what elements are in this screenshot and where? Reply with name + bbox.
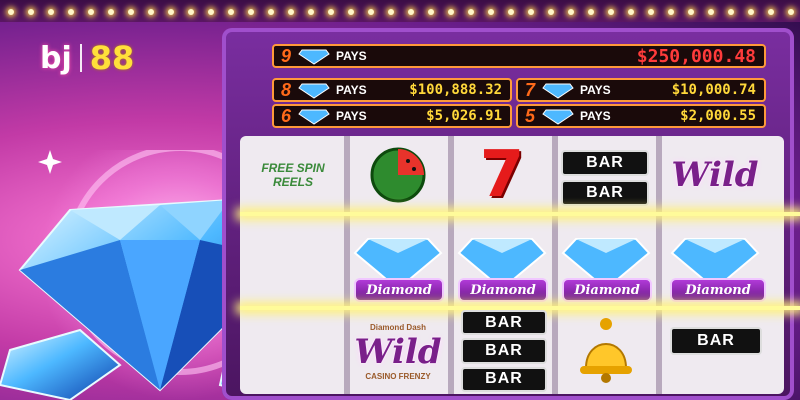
light-bulb xyxy=(128,9,134,15)
pay-amount: $10,000.74 xyxy=(671,82,756,98)
light-bulb xyxy=(688,9,694,15)
light-bulb xyxy=(368,9,374,15)
bar-icon: BAR xyxy=(670,327,762,355)
brand-logo: bj 88 xyxy=(40,39,135,77)
light-bulb xyxy=(428,9,434,15)
watermelon-icon xyxy=(350,140,446,210)
pay-label: PAYS xyxy=(336,49,367,63)
light-bulb xyxy=(148,9,154,15)
light-bulb xyxy=(788,9,794,15)
wild-text: Wild xyxy=(354,332,442,372)
light-bulb xyxy=(288,9,294,15)
light-bulb xyxy=(728,9,734,15)
light-bulb xyxy=(648,9,654,15)
wild-top-caption: Diamond Dash xyxy=(369,323,426,332)
pay-count: 5 xyxy=(524,105,535,126)
pay-label: PAYS xyxy=(580,109,611,123)
paytable-row: 6 PAYS $5,026.91 xyxy=(272,104,512,128)
pay-label: PAYS xyxy=(580,83,611,97)
logo-divider xyxy=(79,44,82,72)
light-bulb xyxy=(448,9,454,15)
brand-88: 88 xyxy=(89,39,135,77)
light-bulb xyxy=(208,9,214,15)
bar-icon: BAR xyxy=(461,310,547,336)
single-bar-symbol: BAR xyxy=(670,326,762,356)
double-bar-symbol: BAR BAR xyxy=(560,150,650,206)
pay-count: 6 xyxy=(280,105,291,126)
diamond-icon xyxy=(298,47,330,65)
bar-icon: BAR xyxy=(561,180,649,206)
light-bulb xyxy=(168,9,174,15)
marquee-lights xyxy=(0,0,800,22)
diamond-ribbon: Diamond xyxy=(458,278,548,302)
diamond-icon xyxy=(542,81,574,99)
free-spins-symbol: FREE SPIN REELS xyxy=(244,140,342,210)
light-bulb xyxy=(608,9,614,15)
wild-icon: Wild xyxy=(662,140,768,210)
light-bulb xyxy=(108,9,114,15)
light-bulb xyxy=(308,9,314,15)
pay-amount: $2,000.55 xyxy=(680,108,756,124)
paytable-top-row: 9 PAYS $250,000.48 xyxy=(272,44,766,68)
diamond-icon xyxy=(542,107,574,125)
light-bulb xyxy=(348,9,354,15)
bell-icon xyxy=(560,310,652,392)
wild-bottom-caption: CASINO FRENZY xyxy=(365,372,431,381)
pay-count: 8 xyxy=(280,79,291,100)
bar-icon: BAR xyxy=(461,338,547,364)
paytable-row: 5 PAYS $2,000.55 xyxy=(516,104,766,128)
light-bulb xyxy=(228,9,234,15)
light-bulb xyxy=(468,9,474,15)
bar-icon: BAR xyxy=(561,150,649,176)
light-bulb xyxy=(268,9,274,15)
light-bulb xyxy=(668,9,674,15)
wild-icon: Diamond Dash Wild CASINO FRENZY xyxy=(350,312,446,392)
diamond-ribbon: Diamond xyxy=(562,278,652,302)
light-bulb xyxy=(568,9,574,15)
light-bulb xyxy=(408,9,414,15)
free-spins-text: FREE SPIN REELS xyxy=(261,161,325,189)
light-bulb xyxy=(748,9,754,15)
light-bulb xyxy=(188,9,194,15)
pay-label: PAYS xyxy=(336,109,367,123)
light-bulb xyxy=(708,9,714,15)
light-bulb xyxy=(8,9,14,15)
diamond-ribbon: Diamond xyxy=(354,278,444,302)
light-bulb xyxy=(88,9,94,15)
light-bulb xyxy=(248,9,254,15)
pay-label: PAYS xyxy=(336,83,367,97)
pay-count: 9 xyxy=(280,45,291,66)
bar-icon: BAR xyxy=(461,366,547,392)
light-bulb xyxy=(508,9,514,15)
diamond-ribbon: Diamond xyxy=(670,278,766,302)
light-bulb xyxy=(48,9,54,15)
light-bulb xyxy=(68,9,74,15)
light-bulb xyxy=(488,9,494,15)
light-bulb xyxy=(628,9,634,15)
light-bulb xyxy=(28,9,34,15)
light-bulb xyxy=(548,9,554,15)
light-bulb xyxy=(388,9,394,15)
pay-amount: $250,000.48 xyxy=(636,45,756,67)
wild-text: Wild xyxy=(671,155,759,195)
paytable-row: 7 PAYS $10,000.74 xyxy=(516,78,766,102)
seven-icon: 7 xyxy=(479,138,525,212)
pay-amount: $5,026.91 xyxy=(426,108,502,124)
light-bulb xyxy=(528,9,534,15)
light-bulb xyxy=(768,9,774,15)
diamond-icon xyxy=(298,81,330,99)
paytable-row: 8 PAYS $100,888.32 xyxy=(272,78,512,102)
triple-bar-symbol: BAR BAR BAR xyxy=(461,310,547,392)
light-bulb xyxy=(588,9,594,15)
pay-amount: $100,888.32 xyxy=(409,82,502,98)
diamond-icon xyxy=(298,107,330,125)
light-bulb xyxy=(328,9,334,15)
brand-bj: bj xyxy=(40,40,72,76)
paytable: 9 PAYS $250,000.48 8 PAYS $100,888.32 7 … xyxy=(256,44,766,128)
pay-count: 7 xyxy=(524,79,535,100)
